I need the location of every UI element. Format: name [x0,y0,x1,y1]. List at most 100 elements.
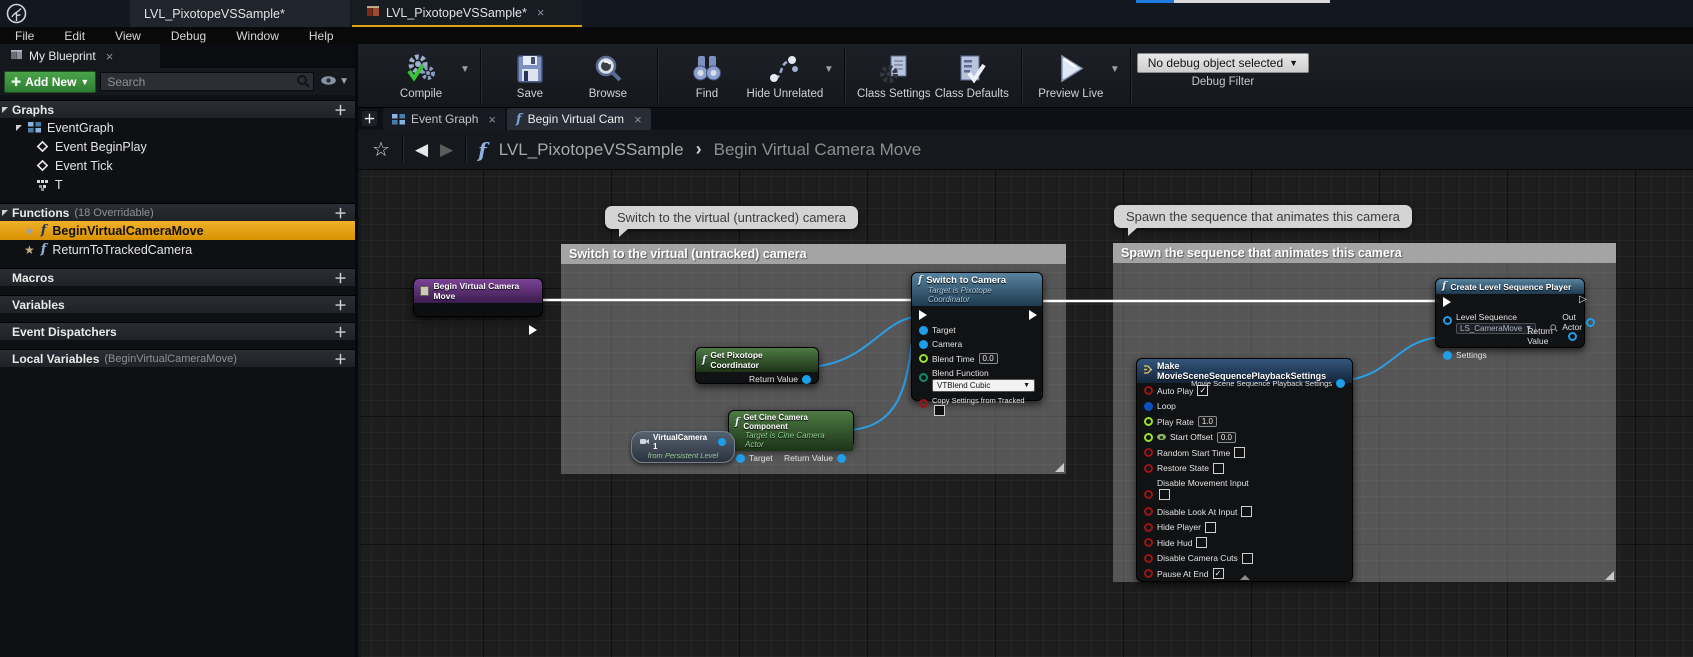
section-header-macros[interactable]: Macros＋ [0,268,355,286]
nav-forward-icon[interactable]: ▶ [440,140,453,160]
close-icon[interactable]: × [106,49,114,64]
object-pin[interactable] [837,454,846,463]
tree-item-beginvirtualcameramove[interactable]: ★fBeginVirtualCameraMove [0,221,355,240]
bool-pin[interactable] [1144,464,1153,473]
expander-icon[interactable] [2,107,8,113]
checkbox[interactable] [1241,506,1252,517]
float-pin[interactable] [919,354,928,363]
tree-item-event-tick[interactable]: Event Tick [0,156,355,175]
menu-view[interactable]: View [100,28,156,44]
close-icon[interactable]: × [634,112,642,127]
node-get-cine-camera-component[interactable]: fGet Cine Camera Component Target is Cin… [728,410,854,448]
checkbox[interactable]: ✓ [1213,568,1224,579]
section-header-functions[interactable]: Functions(18 Overridable)＋ [0,203,355,221]
checkbox[interactable] [1159,489,1170,500]
exec-out-pin[interactable] [529,325,537,335]
window-tab-background[interactable]: LVL_PixotopeVSSample* [130,0,350,27]
node-make-playback-settings[interactable]: Make MovieSceneSequencePlaybackSettings … [1136,358,1353,582]
chevron-down-icon[interactable]: ▼ [1110,64,1120,75]
node-create-level-sequence-player[interactable]: fCreate Level Sequence Player ▷ Level Se… [1435,278,1585,348]
bool-pin[interactable] [1144,490,1153,499]
tree-item-event-beginplay[interactable]: Event BeginPlay [0,137,355,156]
section-header-variables[interactable]: Variables＋ [0,295,355,313]
collapse-arrow-icon[interactable] [1240,575,1250,580]
node-begin-virtual-camera-move[interactable]: Begin Virtual Camera Move [413,278,543,317]
expander-icon[interactable] [2,210,8,216]
bool-pin[interactable] [919,399,928,408]
add-icon[interactable]: ＋ [334,322,347,341]
checkbox[interactable] [1196,537,1207,548]
menu-help[interactable]: Help [294,28,349,44]
object-pin[interactable] [919,340,928,349]
struct-pin[interactable] [1443,351,1452,360]
find-button[interactable]: Find [668,50,746,100]
checkbox[interactable] [1213,463,1224,474]
tree-item-t[interactable]: T [0,175,355,194]
graph-canvas[interactable]: Switch to the virtual (untracked) camera… [361,170,1693,657]
value-field[interactable]: 0.0 [1217,432,1236,443]
tree-item-returntotrackedcamera[interactable]: ★fReturnToTrackedCamera [0,240,355,259]
graph-tab-begin-virtual-cam[interactable]: fBegin Virtual Cam× [507,108,651,130]
class-defaults-button[interactable]: Class Defaults [933,50,1011,100]
favorite-star-icon[interactable]: ★ [24,224,35,238]
section-header-local-variables[interactable]: Local Variables(BeginVirtualCameraMove)＋ [0,349,355,367]
tree-item-eventgraph[interactable]: EventGraph [0,118,355,137]
close-icon[interactable]: × [537,5,545,20]
expander-icon[interactable] [16,125,22,131]
add-icon[interactable]: ＋ [334,268,347,287]
favorite-star-icon[interactable]: ★ [24,243,35,257]
add-new-button[interactable]: ✚ Add New ▼ [4,71,96,93]
class-settings-button[interactable]: Class Settings [855,50,933,100]
chevron-down-icon[interactable]: ▼ [824,64,834,75]
checkbox[interactable] [1205,522,1216,533]
menu-debug[interactable]: Debug [156,28,221,44]
exec-out-pin[interactable] [1029,310,1037,320]
object-pin[interactable] [919,326,928,335]
value-field[interactable]: 1.0 [1198,416,1217,427]
graph-tab-event-graph[interactable]: Event Graph× [383,108,505,130]
section-header-graphs[interactable]: Graphs＋ [0,100,355,118]
compile-button[interactable]: Compile [382,50,460,100]
chevron-down-icon[interactable]: ▼ [460,64,470,75]
save-button[interactable]: Save [491,50,569,100]
node-get-pixotope-coordinator[interactable]: fGet Pixotope Coordinator Return Value [695,347,819,384]
copy-settings-checkbox[interactable] [934,405,945,416]
debug-object-dropdown[interactable]: No debug object selected▼ [1137,53,1309,73]
checkbox[interactable] [1234,447,1245,458]
tab-my-blueprint[interactable]: My Blueprint × [0,44,160,68]
object-pin[interactable] [718,438,726,446]
bool-pin[interactable] [1144,554,1153,563]
preview-live-button[interactable]: Preview Live [1032,50,1110,100]
close-icon[interactable]: × [488,112,496,127]
panel-expand-button[interactable]: ＋ [362,111,377,126]
add-icon[interactable]: ＋ [334,203,347,222]
add-icon[interactable]: ＋ [334,100,347,119]
exec-in-pin[interactable] [1443,297,1451,307]
add-icon[interactable]: ＋ [334,295,347,314]
hide-unrelated-button[interactable]: Hide Unrelated [746,50,824,100]
comment-title[interactable]: Switch to the virtual (untracked) camera [561,244,1066,264]
node-virtual-camera-reference[interactable]: VirtualCamera 1 from Persistent Level [631,431,735,463]
nav-back-icon[interactable]: ◀ [415,140,428,160]
node-switch-to-camera[interactable]: fSwitch to Camera Target is Pixotope Coo… [911,272,1043,401]
float-pin[interactable] [1144,417,1153,426]
float-pin[interactable] [1144,433,1153,442]
object-pin[interactable] [736,454,745,463]
bool-pin[interactable] [1144,569,1153,578]
bool-pin[interactable] [1144,538,1153,547]
object-pin[interactable] [1586,318,1595,327]
object-pin[interactable] [802,375,811,384]
add-icon[interactable]: ＋ [334,349,347,368]
blend-function-dropdown[interactable]: VTBlend Cubic ▼ [932,379,1035,392]
search-input[interactable] [100,72,314,91]
breadcrumb-root[interactable]: LVL_PixotopeVSSample [499,140,684,160]
comment-title[interactable]: Spawn the sequence that animates this ca… [1113,243,1616,263]
bool-pin[interactable] [1144,523,1153,532]
enum-pin[interactable] [1144,402,1153,411]
struct-out-pin[interactable] [1336,379,1345,388]
section-header-event-dispatchers[interactable]: Event Dispatchers＋ [0,322,355,340]
bool-pin[interactable] [1144,507,1153,516]
window-tab-active[interactable]: LVL_PixotopeVSSample* × [352,0,582,27]
menu-file[interactable]: File [0,28,49,44]
menu-edit[interactable]: Edit [49,28,100,44]
